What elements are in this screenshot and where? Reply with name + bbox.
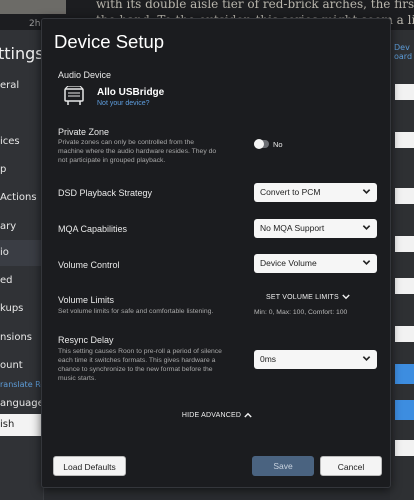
chevron-up-icon (244, 412, 252, 418)
sidebar-item-account[interactable]: ount (0, 360, 23, 371)
description-line: not participate in grouped playback. (58, 157, 166, 164)
sidebar-item-actions[interactable]: Actions (0, 192, 37, 203)
resync-delay-label: Resync Delay (58, 335, 114, 345)
sidebar-item-library[interactable]: ary (0, 221, 16, 232)
sidebar-item-backups[interactable]: kups (0, 303, 23, 314)
load-defaults-button[interactable]: Load Defaults (53, 456, 126, 476)
description-line: music starts. (58, 375, 97, 382)
dialog-content: Audio Device Allo USBridge Not your devi… (42, 65, 392, 455)
volume-limits-description: Set volume limits for safe and comfortab… (58, 308, 214, 315)
volume-control-value: Device Volume (260, 258, 317, 268)
save-button[interactable]: Save (252, 456, 314, 476)
sidebar-item-played[interactable]: ed (0, 275, 13, 286)
private-zone-description: Private zones can only be controlled fro… (58, 138, 216, 165)
sidebar-item-language[interactable]: anguage (0, 398, 44, 409)
volume-control-label: Volume Control (58, 260, 120, 270)
set-volume-limits-label: SET VOLUME LIMITS (266, 294, 339, 301)
private-zone-toggle[interactable] (254, 139, 269, 149)
not-your-device-link[interactable]: Not your device? (97, 100, 150, 107)
set-volume-limits-button[interactable]: SET VOLUME LIMITS (266, 294, 350, 301)
device-name: Allo USBridge (97, 87, 165, 98)
resync-delay-description: This setting causes Roon to pre-roll a p… (58, 347, 222, 383)
hide-advanced-toggle[interactable]: HIDE ADVANCED (42, 412, 392, 419)
description-line: machine where the audio hardware resides… (58, 148, 217, 155)
background-control[interactable] (395, 440, 414, 456)
background-link-text[interactable]: oard S (394, 52, 414, 61)
chevron-down-icon (362, 225, 371, 230)
dsd-strategy-select[interactable]: Convert to PCM (254, 183, 377, 202)
settings-title: ttings (0, 44, 44, 63)
description-line: This setting causes Roon to pre-roll a p… (58, 348, 222, 355)
sidebar-item-audio[interactable]: io (0, 240, 44, 266)
hide-advanced-label: HIDE ADVANCED (181, 412, 242, 419)
sidebar-item-devices[interactable]: ices (0, 136, 20, 147)
audio-device-icon (64, 86, 84, 105)
description-line: chance to synchronize to the new format … (58, 366, 213, 373)
resync-delay-select[interactable]: 0ms (254, 350, 377, 369)
background-control[interactable] (395, 132, 414, 148)
volume-control-select[interactable]: Device Volume (254, 254, 377, 273)
prose-line: with its double aisle tier of red-brick … (96, 0, 414, 11)
language-select[interactable]: ish (0, 414, 44, 436)
background-control[interactable] (395, 188, 414, 204)
sidebar-item-extensions[interactable]: nsions (0, 332, 32, 343)
background-control[interactable] (395, 236, 414, 252)
dsd-strategy-value: Convert to PCM (260, 187, 321, 197)
chevron-down-icon (362, 189, 371, 194)
chevron-down-icon (342, 294, 350, 300)
resync-delay-value: 0ms (260, 354, 277, 364)
dialog-title: Device Setup (54, 31, 165, 52)
private-zone-toggle-label: No (273, 140, 283, 149)
toggle-knob (254, 139, 264, 149)
background-control[interactable] (395, 278, 414, 294)
background-control[interactable] (395, 326, 414, 342)
background-link[interactable]: Dev oard S (394, 43, 414, 61)
chevron-down-icon (362, 260, 371, 265)
mqa-capabilities-label: MQA Capabilities (58, 224, 128, 234)
private-zone-label: Private Zone (58, 127, 110, 137)
background-link-text[interactable]: Dev (394, 43, 414, 52)
volume-limits-values: Min: 0, Max: 100, Comfort: 100 (254, 309, 348, 316)
mqa-capabilities-select[interactable]: No MQA Support (254, 219, 377, 238)
dsd-strategy-label: DSD Playback Strategy (58, 188, 153, 198)
background-blue-button[interactable] (395, 400, 414, 420)
background-right-column (390, 30, 414, 500)
volume-limits-label: Volume Limits (58, 295, 115, 305)
background-blue-button[interactable] (395, 364, 414, 384)
sidebar-item-general[interactable]: eral (0, 80, 19, 91)
cancel-button[interactable]: Cancel (320, 456, 382, 476)
description-line: each time it switches formats. This give… (58, 357, 216, 364)
background-control[interactable] (395, 84, 414, 100)
description-line: Private zones can only be controlled fro… (58, 139, 195, 146)
chevron-down-icon (362, 356, 371, 361)
sidebar-item-setup[interactable]: p (0, 164, 6, 175)
album-thumbnail (0, 0, 66, 14)
mqa-capabilities-value: No MQA Support (260, 223, 325, 233)
device-setup-dialog: Device Setup Audio Device Allo USBridge … (41, 18, 391, 488)
audio-device-label: Audio Device (58, 70, 112, 80)
